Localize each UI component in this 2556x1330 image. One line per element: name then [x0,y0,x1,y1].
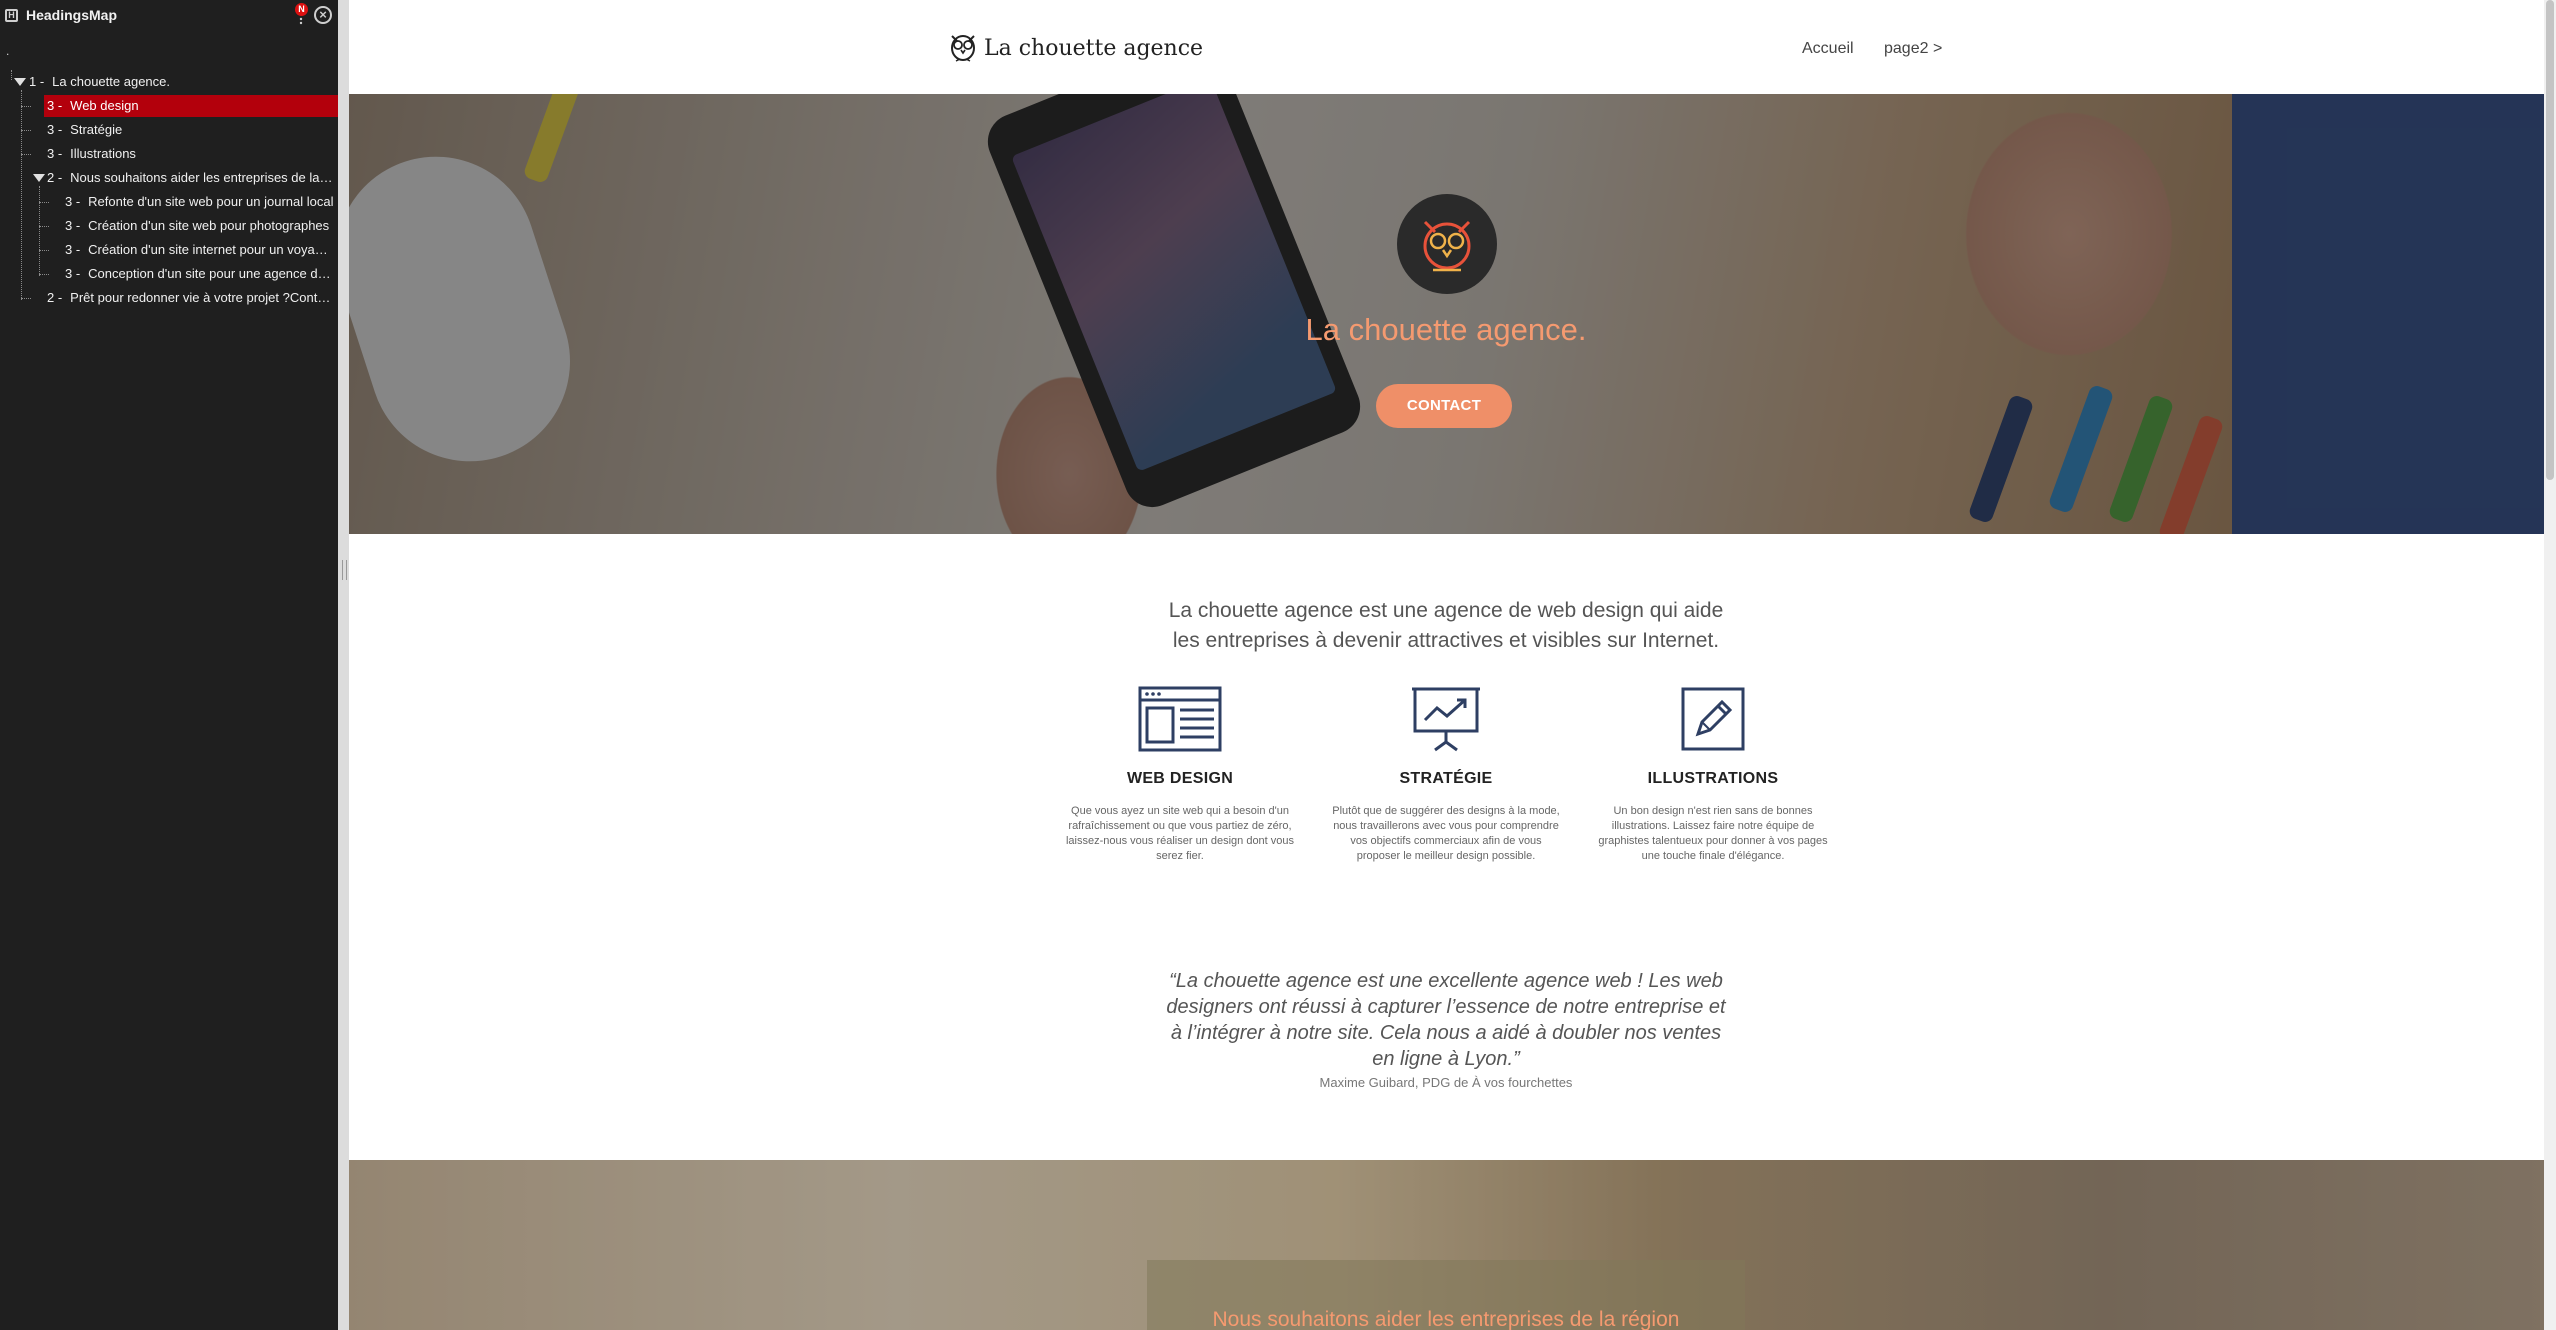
tree-connector [39,250,49,251]
heading-item[interactable]: 3 - Stratégie [47,119,334,141]
feature-title: WEB DESIGN [1126,770,1234,787]
heading-item-active[interactable]: 3 - Web design [44,95,338,117]
tree-connector [21,130,31,131]
hero-section: La chouette agence. CONTACT [349,94,2544,534]
pencil-square-icon [1681,687,1745,751]
heading-item[interactable]: 3 - Création d'un site internet pour un v… [65,239,334,261]
heading-item[interactable]: 1 - La chouette agence. [29,71,334,93]
splitter-grip[interactable] [342,560,347,580]
brand-logo[interactable]: La chouette agence [948,28,1203,68]
hero-owl-logo [1397,194,1497,294]
owl-icon [1423,220,1471,272]
website-viewport: La chouette agence Accueil page2 > La ch… [349,0,2544,1330]
tree-connector [39,226,49,227]
headingsmap-logo-icon: H [5,9,18,22]
intro-text: La chouette agence est une agence de web… [1046,596,1846,656]
feature-description: Plutôt que de suggérer des designs à la … [1332,805,1560,862]
headingsmap-panel: H HeadingsMap N × . 1 - La chouette agenc… [0,0,338,1330]
brand-name: La chouette agence [984,35,1204,61]
nav-page2-link[interactable]: page2 > [1884,40,1942,58]
tree-connector [39,202,49,203]
close-icon[interactable]: × [314,6,332,24]
owl-logo-icon [951,35,975,62]
region-section: Nous souhaitons aider les entreprises de… [349,1160,2544,1330]
feature-strategie: STRATÉGIE Plutôt que de suggérer des des… [1326,686,1566,864]
headingsmap-header: H HeadingsMap N × [0,0,338,32]
tree-connector [39,186,40,276]
tree-connector [21,90,22,300]
region-section-title: Nous souhaitons aider les entreprises de… [1212,1308,1680,1330]
tree-connector [39,274,49,275]
tree-connector [21,106,31,107]
feature-illustrations: ILLUSTRATIONS Un bon design n'est rien s… [1593,686,1833,864]
testimonial-author: Maxime Guibard, PDG de À vos fourchettes [1319,1075,1573,1090]
feature-web-design: WEB DESIGN Que vous ayez un site web qui… [1060,686,1300,864]
contact-button[interactable]: CONTACT [1376,384,1512,428]
notification-badge[interactable]: N [295,3,308,16]
collapse-triangle-icon[interactable] [33,174,45,182]
collapse-triangle-icon[interactable] [14,78,26,86]
testimonial-quote: “La chouette agence est une excellente a… [1166,970,1726,1070]
intro-line: les entreprises à devenir attractives et… [1172,629,1720,652]
feature-title: STRATÉGIE [1399,770,1493,787]
site-header: La chouette agence Accueil page2 > [349,0,2544,95]
intro-line: La chouette agence est une agence de web… [1168,599,1724,622]
tree-connector [11,70,12,80]
hero-title: La chouette agence. [1305,312,1587,347]
browser-window-icon [1138,686,1222,752]
page-scrollbar[interactable] [2544,0,2556,1330]
tree-connector [21,298,31,299]
heading-item[interactable]: 3 - Refonte d'un site web pour un journal… [65,191,334,213]
heading-item[interactable]: 3 - Illustrations [47,143,334,165]
heading-item[interactable]: 2 - Prêt pour redonner vie à votre projet… [47,287,334,309]
tree-connector [21,154,31,155]
presentation-chart-icon [1412,687,1480,752]
heading-item[interactable]: 3 - Conception d'un site pour une agence … [65,263,334,285]
scrollbar-thumb[interactable] [2546,0,2554,480]
headingsmap-title: HeadingsMap [26,7,118,23]
feature-title: ILLUSTRATIONS [1647,770,1779,787]
heading-item[interactable]: 3 - Création d'un site web pour photograp… [65,215,334,237]
feature-description: Un bon design n'est rien sans de bonnes … [1598,805,1828,862]
nav-home-link[interactable]: Accueil [1802,40,1854,58]
settings-dots-icon[interactable] [297,17,305,25]
heading-item[interactable]: 2 - Nous souhaitons aider les entreprises… [47,167,334,189]
feature-description: Que vous ayez un site web qui a besoin d… [1065,805,1295,862]
tree-root: . [6,44,10,58]
